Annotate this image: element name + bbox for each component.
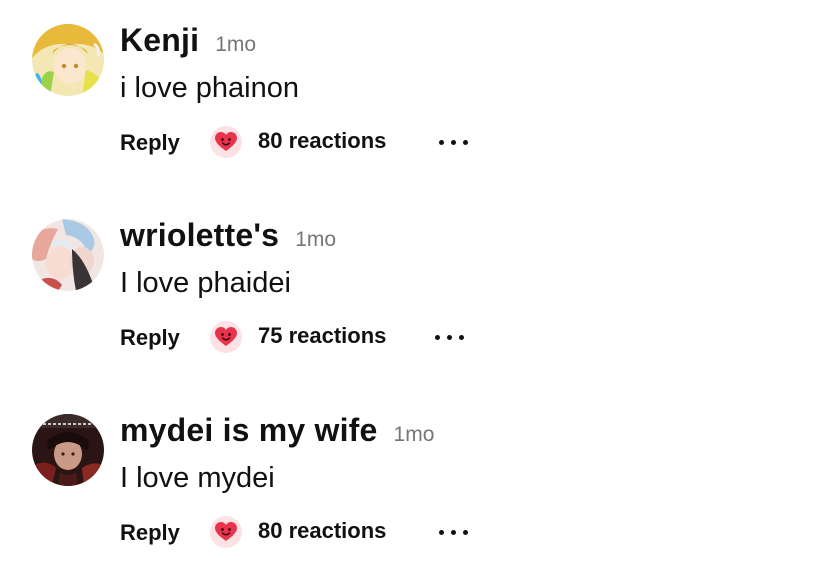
comment-header: Kenji 1mo (120, 22, 256, 66)
reply-button[interactable]: Reply (120, 520, 180, 546)
comment-item: Kenji 1mo i love phainon Reply 80 reacti… (0, 0, 828, 180)
comment-header: wriolette's 1mo (120, 217, 336, 261)
avatar[interactable] (32, 219, 104, 291)
timestamp: 1mo (393, 423, 435, 446)
reply-button[interactable]: Reply (120, 325, 180, 351)
timestamp: 1mo (215, 33, 257, 56)
reactions-count[interactable]: 80 reactions (258, 518, 386, 544)
reactions-count[interactable]: 80 reactions (258, 128, 386, 154)
comment-item: mydei is my wife 1mo I love mydei Reply … (0, 390, 828, 570)
avatar[interactable] (32, 24, 104, 96)
comment-actions: Reply 80 reactions (120, 124, 500, 162)
more-options-icon[interactable] (434, 319, 470, 355)
reactions-count[interactable]: 75 reactions (258, 323, 386, 349)
comment-header: mydei is my wife 1mo (120, 412, 434, 456)
heart-face-icon[interactable] (210, 321, 242, 353)
comment-text: I love phaidei (120, 267, 291, 299)
comment-text: I love mydei (120, 462, 275, 494)
timestamp: 1mo (295, 228, 337, 251)
comment-actions: Reply 75 reactions (120, 319, 500, 357)
comment-actions: Reply 80 reactions (120, 514, 500, 552)
username[interactable]: wriolette's (120, 217, 279, 254)
username[interactable]: mydei is my wife (120, 412, 378, 449)
heart-face-icon[interactable] (210, 126, 242, 158)
heart-face-icon[interactable] (210, 516, 242, 548)
comment-text: i love phainon (120, 72, 299, 104)
more-options-icon[interactable] (438, 514, 474, 550)
avatar[interactable] (32, 414, 104, 486)
username[interactable]: Kenji (120, 22, 199, 59)
comment-item: wriolette's 1mo I love phaidei Reply 75 … (0, 195, 828, 375)
reply-button[interactable]: Reply (120, 130, 180, 156)
more-options-icon[interactable] (438, 124, 474, 160)
